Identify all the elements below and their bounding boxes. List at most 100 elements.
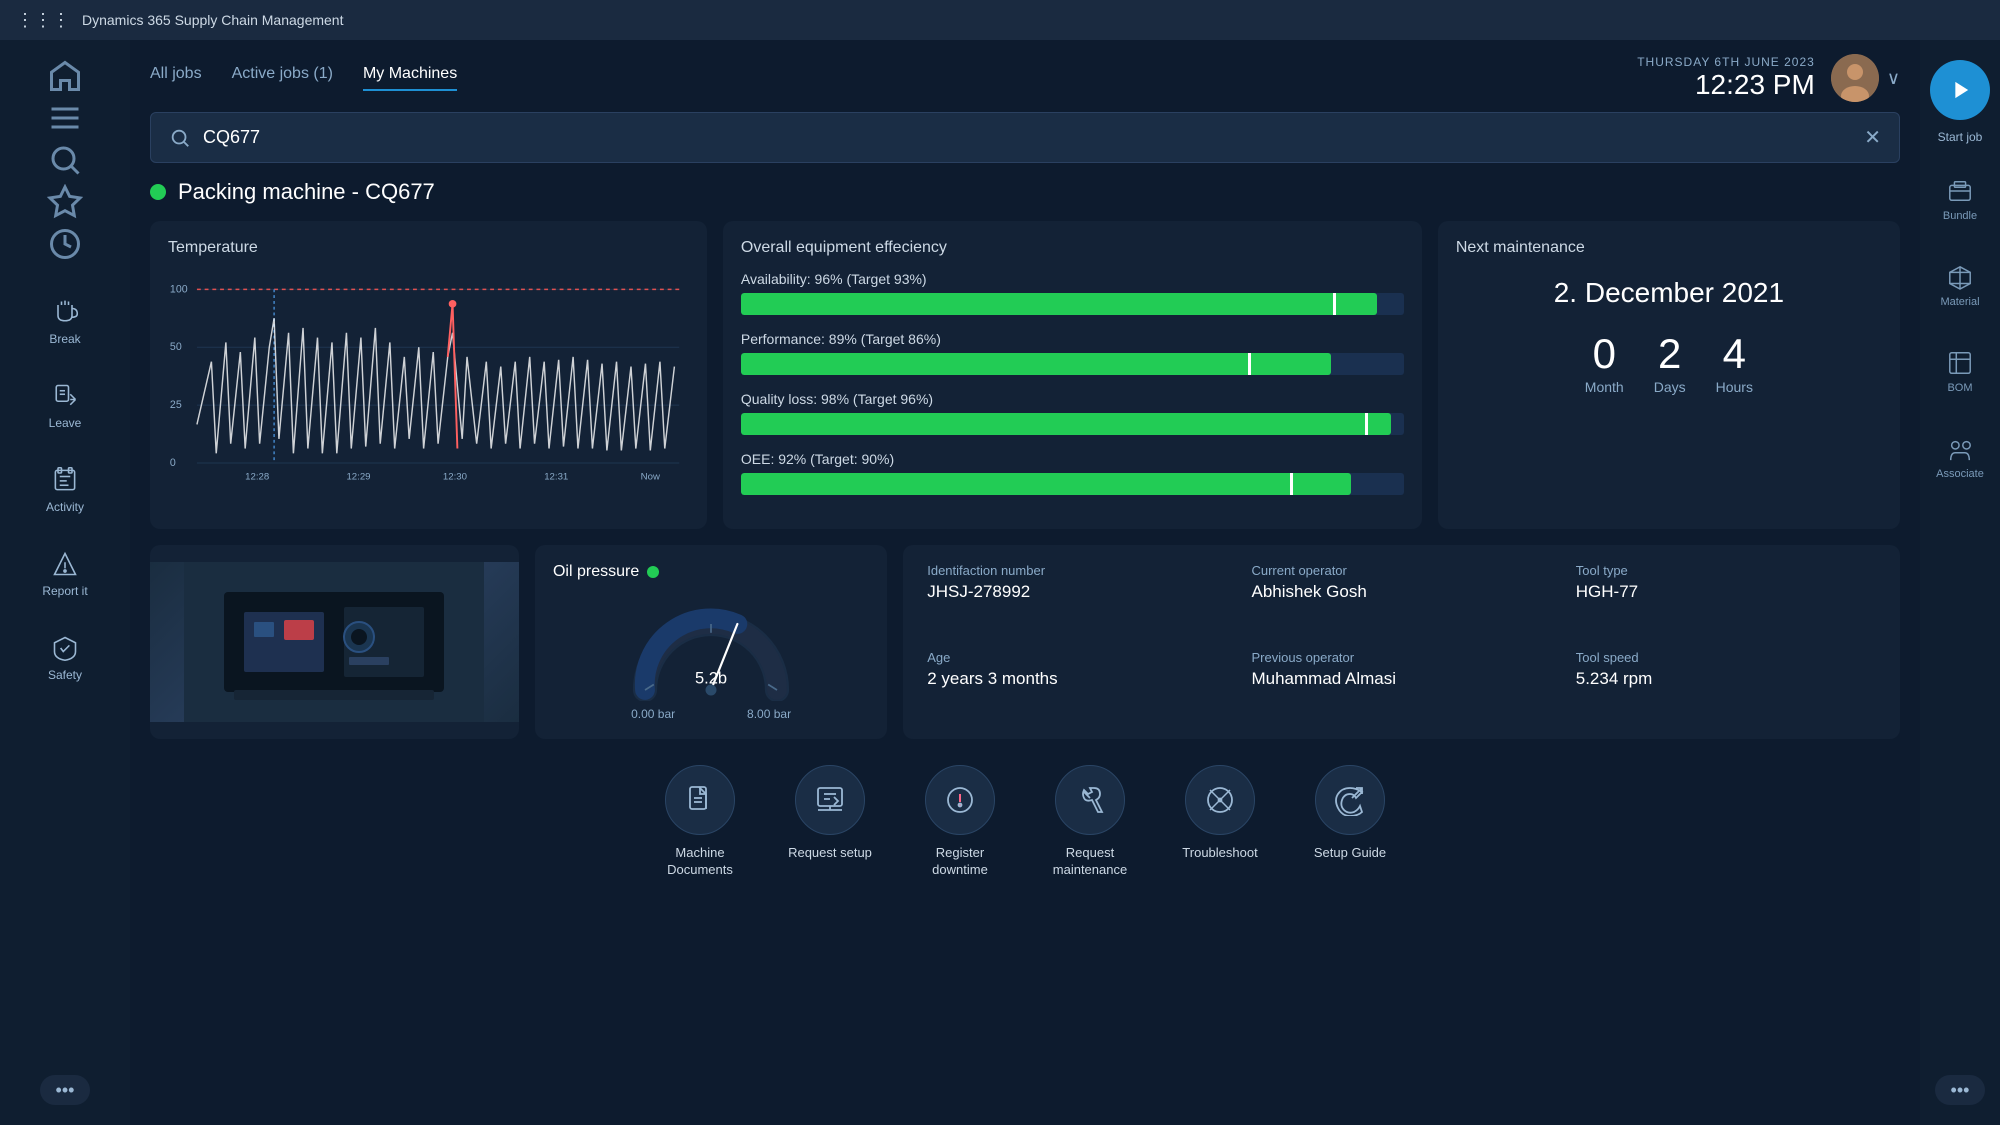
countdown-days-label: Days <box>1654 379 1686 395</box>
nav-recent-icon[interactable] <box>47 226 83 262</box>
oee-oee-bar <box>741 473 1404 495</box>
info-age-label: Age <box>927 650 1227 665</box>
oil-status-dot <box>647 566 659 578</box>
temperature-card: Temperature 100 50 25 0 <box>150 221 707 529</box>
machine-documents-label: Machine Documents <box>650 845 750 879</box>
temperature-chart: 100 50 25 0 12:28 12:29 <box>168 271 689 491</box>
countdown-hours: 4 Hours <box>1716 333 1753 395</box>
info-id-label: Identifaction number <box>927 563 1227 578</box>
datetime-block: THURSDAY 6th JUNE 2023 12:23 PM <box>1637 55 1815 101</box>
material-button[interactable]: Material <box>1925 246 1995 326</box>
register-downtime-button[interactable]: Register downtime <box>910 765 1010 879</box>
avatar-chevron-icon: ∨ <box>1887 68 1900 89</box>
troubleshoot-icon-circle <box>1185 765 1255 835</box>
maintenance-countdown: 0 Month 2 Days 4 Hours <box>1456 333 1882 395</box>
bom-button[interactable]: BOM <box>1925 332 1995 412</box>
header-row: All jobs Active jobs (1) My Machines THU… <box>150 40 1900 112</box>
associate-button[interactable]: Associate <box>1925 418 1995 498</box>
countdown-months: 0 Month <box>1585 333 1624 395</box>
tab-my-machines[interactable]: My Machines <box>363 65 457 91</box>
app-title: Dynamics 365 Supply Chain Management <box>82 12 343 28</box>
bundle-button[interactable]: Bundle <box>1925 160 1995 240</box>
associate-label: Associate <box>1936 468 1984 480</box>
oee-quality-target-marker <box>1365 413 1368 435</box>
countdown-months-label: Month <box>1585 379 1624 395</box>
apps-grid-icon[interactable]: ⋮⋮⋮ <box>16 10 70 31</box>
search-icon <box>169 127 191 149</box>
svg-text:50: 50 <box>170 341 182 353</box>
start-job-button[interactable] <box>1930 60 1990 120</box>
header-right: THURSDAY 6th JUNE 2023 12:23 PM ∨ <box>1637 54 1900 102</box>
activity-button[interactable]: Activity <box>25 450 105 530</box>
user-avatar-container[interactable]: ∨ <box>1831 54 1900 102</box>
oee-performance-target-marker <box>1248 353 1251 375</box>
machine-illustration <box>184 562 484 722</box>
info-prev-operator-block: Previous operator Muhammad Almasi <box>1251 650 1551 721</box>
info-tool-type-block: Tool type HGH-77 <box>1576 563 1876 634</box>
oee-metric-availability: Availability: 96% (Target 93%) <box>741 271 1404 315</box>
top-bar: ⋮⋮⋮ Dynamics 365 Supply Chain Management <box>0 0 2000 40</box>
oee-metric-performance: Performance: 89% (Target 86%) <box>741 331 1404 375</box>
troubleshoot-icon <box>1204 784 1236 816</box>
search-input[interactable] <box>203 127 1852 148</box>
oee-quality-bar <box>741 413 1404 435</box>
tab-active-jobs[interactable]: Active jobs (1) <box>232 65 333 91</box>
countdown-hours-value: 4 <box>1716 333 1753 375</box>
right-sidebar: Start job Bundle Material BOM <box>1920 40 2000 1125</box>
info-tool-speed-block: Tool speed 5.234 rpm <box>1576 650 1876 721</box>
request-maintenance-button[interactable]: Request maintenance <box>1040 765 1140 879</box>
svg-text:Now: Now <box>641 471 660 482</box>
machine-image-card <box>150 545 519 739</box>
nav-home-icon[interactable] <box>47 58 83 94</box>
search-clear-icon[interactable]: ✕ <box>1864 125 1881 150</box>
left-sidebar: Break Leave Activity Report it <box>0 40 130 1125</box>
nav-star-icon[interactable] <box>47 184 83 220</box>
countdown-months-value: 0 <box>1585 333 1624 375</box>
safety-label: Safety <box>48 668 82 682</box>
oee-performance-fill <box>741 353 1331 375</box>
report-button[interactable]: Report it <box>25 534 105 614</box>
oee-card-title: Overall equipment effeciency <box>741 239 1404 257</box>
setup-guide-button[interactable]: Setup Guide <box>1300 765 1400 879</box>
oee-oee-label: OEE: 92% (Target: 90%) <box>741 451 1404 467</box>
safety-button[interactable]: Safety <box>25 618 105 698</box>
register-downtime-icon-circle <box>925 765 995 835</box>
oee-card: Overall equipment effeciency Availabilit… <box>723 221 1422 529</box>
right-sidebar-more-button[interactable]: ••• <box>1935 1075 1985 1105</box>
break-button[interactable]: Break <box>25 282 105 362</box>
search-bar: ✕ <box>150 112 1900 163</box>
gauge-max-label: 8.00 bar <box>747 707 791 721</box>
countdown-days: 2 Days <box>1654 333 1686 395</box>
actions-row: Machine Documents Request setup <box>150 755 1900 899</box>
setup-guide-label: Setup Guide <box>1314 845 1386 862</box>
maintenance-icon <box>1074 784 1106 816</box>
nav-menu-icon[interactable] <box>47 100 83 136</box>
svg-text:12:29: 12:29 <box>346 471 370 482</box>
nav-search-icon[interactable] <box>47 142 83 178</box>
request-maintenance-label: Request maintenance <box>1040 845 1140 879</box>
machine-documents-icon-circle <box>665 765 735 835</box>
break-label: Break <box>49 332 80 346</box>
leave-button[interactable]: Leave <box>25 366 105 446</box>
tab-all-jobs[interactable]: All jobs <box>150 65 202 91</box>
tab-navigation: All jobs Active jobs (1) My Machines <box>150 65 457 91</box>
info-age-block: Age 2 years 3 months <box>927 650 1227 721</box>
gauge-min-label: 0.00 bar <box>631 707 675 721</box>
troubleshoot-button[interactable]: Troubleshoot <box>1170 765 1270 879</box>
machine-documents-button[interactable]: Machine Documents <box>650 765 750 879</box>
temperature-card-title: Temperature <box>168 239 689 257</box>
oee-availability-bar <box>741 293 1404 315</box>
countdown-days-value: 2 <box>1654 333 1686 375</box>
request-setup-button[interactable]: Request setup <box>780 765 880 879</box>
maintenance-date: 2. December 2021 <box>1456 277 1882 309</box>
svg-text:12:28: 12:28 <box>245 471 269 482</box>
svg-text:12:30: 12:30 <box>443 471 467 482</box>
troubleshoot-label: Troubleshoot <box>1182 845 1257 862</box>
activity-label: Activity <box>46 500 84 514</box>
sidebar-more-button[interactable]: ••• <box>40 1075 90 1105</box>
request-maintenance-icon-circle <box>1055 765 1125 835</box>
main-cards-row: Temperature 100 50 25 0 <box>150 221 1900 529</box>
oil-pressure-gauge: 5.2b <box>621 591 801 701</box>
gauge-container: 5.2b 0.00 bar 8.00 bar <box>553 591 869 721</box>
bundle-label: Bundle <box>1943 210 1977 222</box>
